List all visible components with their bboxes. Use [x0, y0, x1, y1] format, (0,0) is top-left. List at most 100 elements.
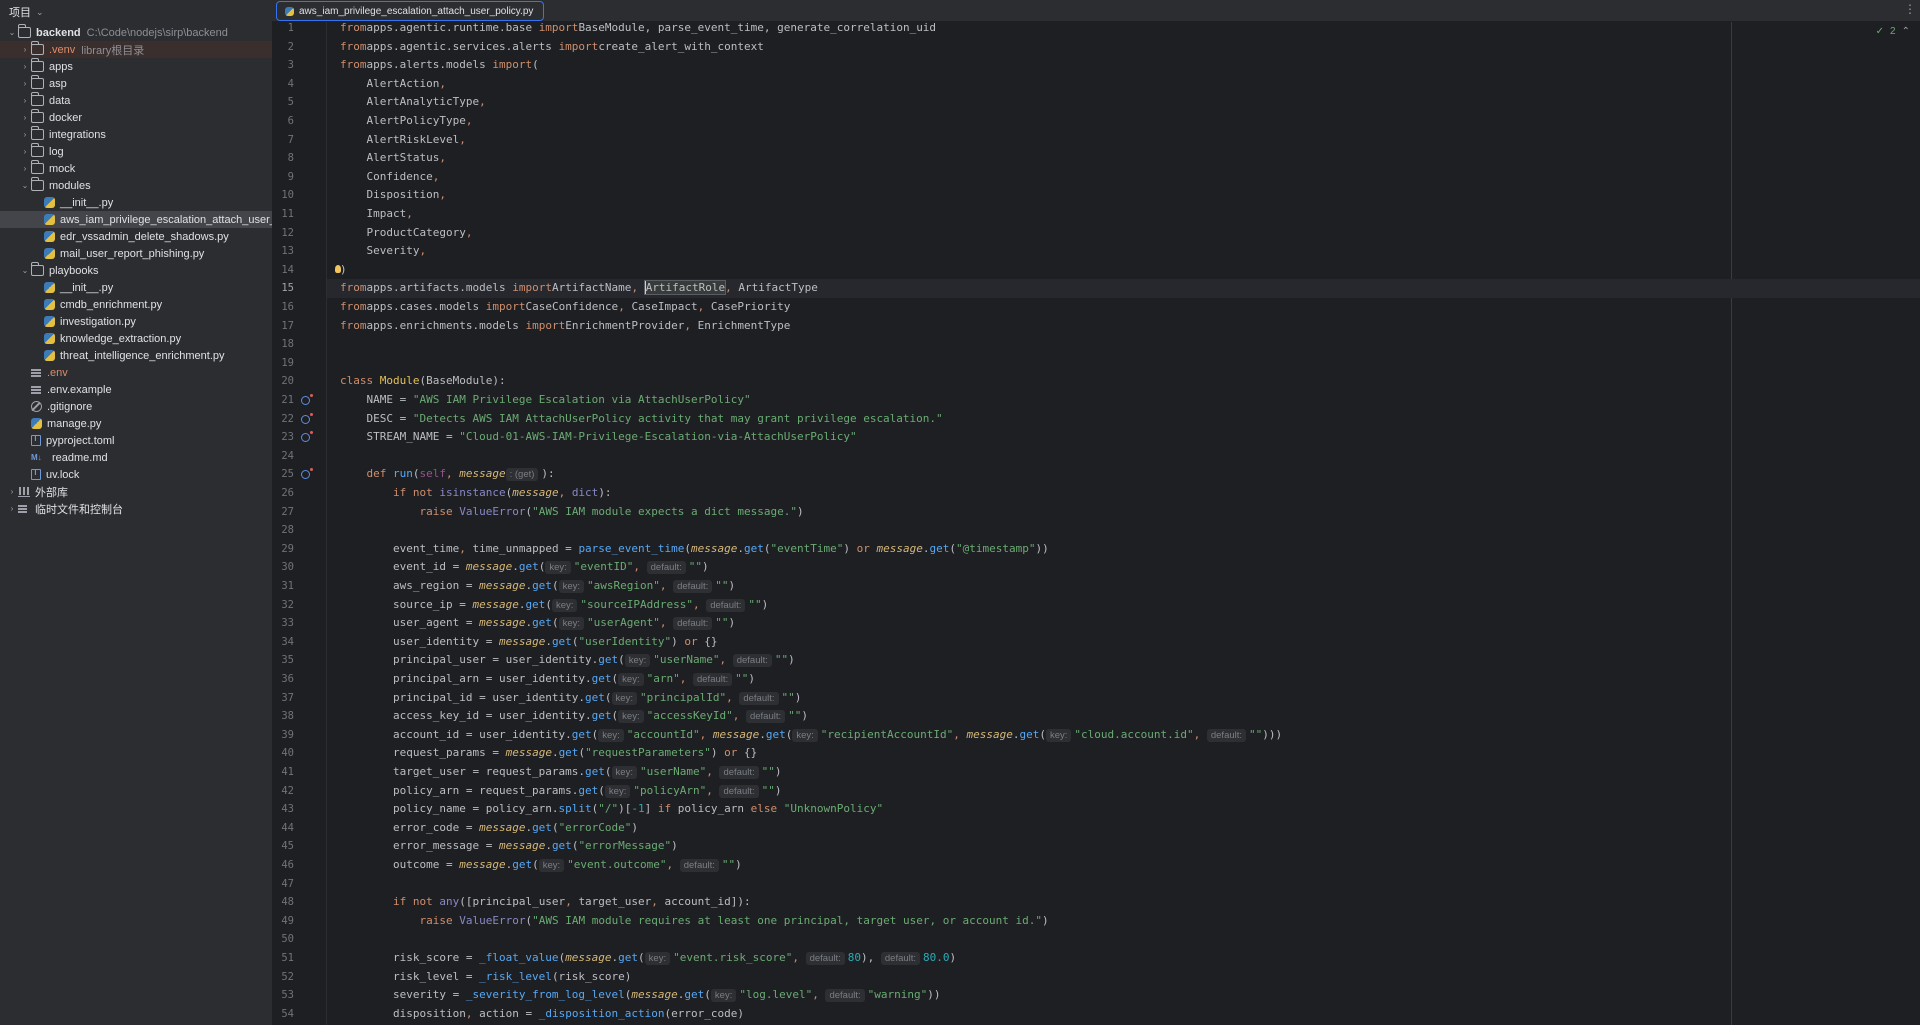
code-line[interactable]: AlertRiskLevel,	[327, 131, 1920, 150]
line-number[interactable]: 26	[272, 484, 294, 503]
line-number[interactable]: 44	[272, 819, 294, 838]
code-line[interactable]: error_message = message.get("errorMessag…	[327, 837, 1920, 856]
more-tabs-icon[interactable]: ⋮	[1904, 2, 1916, 16]
code-line[interactable]: risk_score = _float_value(message.get(ke…	[327, 949, 1920, 968]
line-number[interactable]: 3	[272, 56, 294, 75]
line-number[interactable]: 39	[272, 726, 294, 745]
code-line[interactable]: if not any([principal_user, target_user,…	[327, 893, 1920, 912]
code-line[interactable]: if not isinstance(message, dict):	[327, 484, 1920, 503]
line-number[interactable]: 18	[272, 335, 294, 354]
tree-item[interactable]: › asp	[0, 75, 272, 92]
code-line[interactable]: ProductCategory,	[327, 224, 1920, 243]
line-number[interactable]: 21	[272, 391, 294, 410]
project-panel-header[interactable]: 项目 ⌄	[0, 0, 272, 24]
line-number[interactable]: 7	[272, 131, 294, 150]
line-number[interactable]: 29	[272, 540, 294, 559]
line-number[interactable]: 51	[272, 949, 294, 968]
line-number[interactable]: 37	[272, 689, 294, 708]
code-area[interactable]: fromapps.agentic.runtime.base importBase…	[327, 22, 1920, 1025]
code-line[interactable]: disposition, action = _disposition_actio…	[327, 1005, 1920, 1024]
code-line[interactable]: principal_user = user_identity.get(key: "…	[327, 651, 1920, 670]
line-number[interactable]: 17	[272, 317, 294, 336]
code-line[interactable]: raise ValueError("AWS IAM module expects…	[327, 503, 1920, 522]
chevron-down-icon[interactable]: ⌄	[36, 7, 44, 18]
line-number[interactable]: 11	[272, 205, 294, 224]
code-line[interactable]: fromapps.artifacts.models importArtifact…	[327, 279, 1920, 298]
line-number[interactable]: 54	[272, 1005, 294, 1024]
code-line[interactable]: principal_arn = user_identity.get(key: "a…	[327, 670, 1920, 689]
line-number[interactable]: 9	[272, 168, 294, 187]
code-line[interactable]: source_ip = message.get(key: "sourceIPAdd…	[327, 596, 1920, 615]
tree-item[interactable]: ›.env.example	[0, 381, 272, 398]
tab-aws-iam-module[interactable]: aws_iam_privilege_escalation_attach_user…	[276, 1, 545, 21]
code-line[interactable]: raise ValueError("AWS IAM module require…	[327, 912, 1920, 931]
chevron-right-icon[interactable]: ›	[19, 147, 31, 156]
tree-item[interactable]: ›manage.py	[0, 415, 272, 432]
chevron-right-icon[interactable]: ›	[19, 79, 31, 88]
code-line[interactable]: user_identity = message.get("userIdentit…	[327, 633, 1920, 652]
tree-item[interactable]: › integrations	[0, 126, 272, 143]
chevron-right-icon[interactable]: ›	[6, 487, 18, 496]
tree-item[interactable]: ⌄ modules	[0, 177, 272, 194]
line-number[interactable]: 45	[272, 837, 294, 856]
line-number[interactable]: 53	[272, 986, 294, 1005]
tree-item[interactable]: › mock	[0, 160, 272, 177]
tree-item[interactable]: › docker	[0, 109, 272, 126]
line-number[interactable]: 23	[272, 428, 294, 447]
code-line[interactable]: target_user = request_params.get(key: "us…	[327, 763, 1920, 782]
code-editor[interactable]: 1 2 3 4 5 6 7 8 9 10 11 12 13 14 15 16 17 18 19 20 21 22 23 24 2…	[272, 22, 1920, 1025]
line-number[interactable]: 46	[272, 856, 294, 875]
line-number[interactable]: 27	[272, 503, 294, 522]
line-number[interactable]: 48	[272, 893, 294, 912]
line-number[interactable]: 42	[272, 782, 294, 801]
tree-item[interactable]: › data	[0, 92, 272, 109]
code-line[interactable]: request_params = message.get("requestPar…	[327, 744, 1920, 763]
code-line[interactable]: policy_name = policy_arn.split("/")[-1] …	[327, 800, 1920, 819]
line-number[interactable]: 6	[272, 112, 294, 131]
tree-item[interactable]: ›.env	[0, 364, 272, 381]
chevron-right-icon[interactable]: ›	[19, 113, 31, 122]
chevron-right-icon[interactable]: ›	[19, 62, 31, 71]
line-number[interactable]: 2	[272, 38, 294, 57]
code-line[interactable]: fromapps.agentic.services.alerts importc…	[327, 38, 1920, 57]
code-line[interactable]: error_code = message.get("errorCode")	[327, 819, 1920, 838]
code-line[interactable]: principal_id = user_identity.get(key: "pr…	[327, 689, 1920, 708]
line-number[interactable]: 22	[272, 410, 294, 429]
code-line[interactable]	[327, 875, 1920, 894]
tree-item[interactable]: ›__init__.py	[0, 194, 272, 211]
code-line[interactable]: fromapps.cases.models importCaseConfiden…	[327, 298, 1920, 317]
line-number[interactable]: 35	[272, 651, 294, 670]
code-line[interactable]: AlertAnalyticType,	[327, 93, 1920, 112]
override-gutter-icon[interactable]	[301, 468, 313, 480]
code-line[interactable]: def run(self, message: (get)):	[327, 465, 1920, 484]
override-gutter-icon[interactable]	[301, 412, 313, 424]
line-number[interactable]: 36	[272, 670, 294, 689]
code-line[interactable]: Confidence,	[327, 168, 1920, 187]
line-number[interactable]: 28	[272, 521, 294, 540]
line-number[interactable]: 8	[272, 149, 294, 168]
code-line[interactable]: outcome = message.get(key: "event.outcome…	[327, 856, 1920, 875]
tree-item[interactable]: ›edr_vssadmin_delete_shadows.py	[0, 228, 272, 245]
line-number[interactable]: 34	[272, 633, 294, 652]
chevron-right-icon[interactable]: ›	[19, 164, 31, 173]
code-line[interactable]: aws_region = message.get(key: "awsRegion"…	[327, 577, 1920, 596]
code-line[interactable]	[327, 447, 1920, 466]
chevron-right-icon[interactable]: ›	[19, 45, 31, 54]
line-number[interactable]: 12	[272, 224, 294, 243]
override-gutter-icon[interactable]	[301, 394, 313, 405]
chevron-down-icon[interactable]: ⌄	[19, 266, 31, 275]
tree-item[interactable]: ›__init__.py	[0, 279, 272, 296]
chevron-right-icon[interactable]: ›	[6, 504, 18, 513]
line-number[interactable]: 13	[272, 242, 294, 261]
code-line[interactable]: NAME = "AWS IAM Privilege Escalation via…	[327, 391, 1920, 410]
line-number[interactable]: 15	[272, 279, 294, 298]
code-line[interactable]: severity = _severity_from_log_level (mess…	[327, 986, 1920, 1005]
chevron-down-icon[interactable]: ⌄	[19, 181, 31, 190]
code-line[interactable]: access_key_id = user_identity.get(key: "a…	[327, 707, 1920, 726]
tree-item[interactable]: ›pyproject.toml	[0, 432, 272, 449]
line-number[interactable]: 16	[272, 298, 294, 317]
tree-item[interactable]: ›investigation.py	[0, 313, 272, 330]
line-number[interactable]: 49	[272, 912, 294, 931]
line-number[interactable]: 20	[272, 372, 294, 391]
tree-item[interactable]: ›uv.lock	[0, 466, 272, 483]
